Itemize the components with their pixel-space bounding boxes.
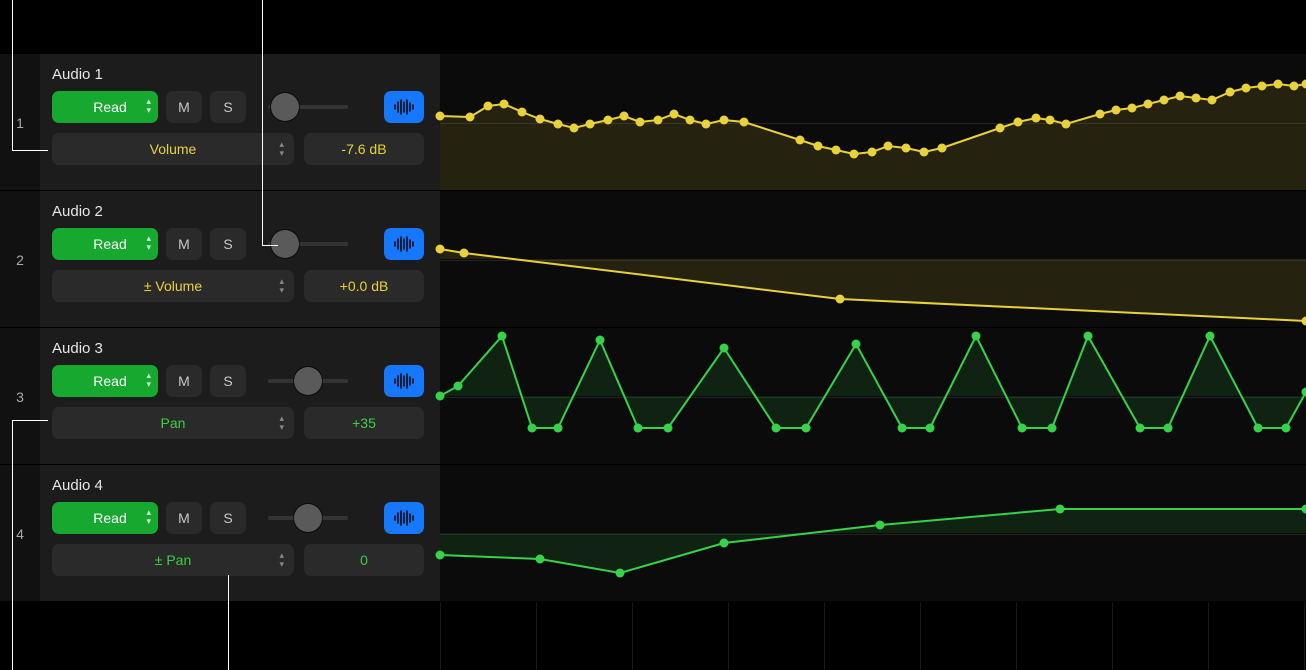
waveform-icon[interactable] [384,228,424,260]
mute-button[interactable]: M [166,91,202,123]
track-number: 3 [0,328,40,465]
automation-mode-button[interactable]: Read▴▾ [52,502,158,534]
automation-value-display[interactable]: +35 [304,407,424,439]
automation-value-display[interactable]: +0.0 dB [304,270,424,302]
automation-lane[interactable] [440,54,1306,191]
mute-button[interactable]: M [166,228,202,260]
track-name-label: Audio 3 [52,340,424,357]
automation-parameter-select[interactable]: ± Volume▴▾ [52,270,294,302]
solo-button[interactable]: S [210,91,246,123]
callout-line [12,0,13,150]
solo-button[interactable]: S [210,365,246,397]
mute-button[interactable]: M [166,502,202,534]
automation-value-slider[interactable] [268,95,348,119]
waveform-icon[interactable] [384,91,424,123]
automation-mode-button[interactable]: Read▴▾ [52,91,158,123]
waveform-icon[interactable] [384,365,424,397]
automation-value-slider[interactable] [268,506,348,530]
automation-parameter-select[interactable]: ± Pan▴▾ [52,544,294,576]
automation-mode-button[interactable]: Read▴▾ [52,228,158,260]
callout-line [12,420,48,421]
solo-button[interactable]: S [210,228,246,260]
track-row: 1 Audio 1 Read▴▾MS Volume▴▾ -7.6 dB [0,54,1306,191]
automation-lane[interactable] [440,465,1306,602]
callout-line [262,0,263,245]
track-header: Audio 4 Read▴▾MS ± Pan▴▾ 0 [40,465,440,602]
track-header: Audio 2 Read▴▾MS ± Volume▴▾ +0.0 dB [40,191,440,328]
track-name-label: Audio 2 [52,203,424,220]
automation-lane[interactable] [440,328,1306,465]
track-number: 1 [0,54,40,191]
track-row: 3 Audio 3 Read▴▾MS Pan▴▾ +35 [0,328,1306,465]
track-row: 2 Audio 2 Read▴▾MS ± Volume▴▾ +0.0 dB [0,191,1306,328]
automation-parameter-select[interactable]: Volume▴▾ [52,133,294,165]
track-number: 2 [0,191,40,328]
automation-value-display[interactable]: 0 [304,544,424,576]
track-row: 4 Audio 4 Read▴▾MS ± Pan▴▾ 0 [0,465,1306,602]
track-divider [0,601,1306,602]
waveform-icon[interactable] [384,502,424,534]
track-name-label: Audio 1 [52,66,424,83]
automation-mode-button[interactable]: Read▴▾ [52,365,158,397]
automation-value-display[interactable]: -7.6 dB [304,133,424,165]
callout-line [262,245,278,246]
mute-button[interactable]: M [166,365,202,397]
tracks-area: 1Audio 1Read▴▾MSVolume▴▾-7.6 dB2Audio 2R… [0,0,1306,670]
track-name-label: Audio 4 [52,477,424,494]
track-number: 4 [0,465,40,602]
track-header: Audio 1 Read▴▾MS Volume▴▾ -7.6 dB [40,54,440,191]
solo-button[interactable]: S [210,502,246,534]
automation-value-slider[interactable] [268,232,348,256]
track-header: Audio 3 Read▴▾MS Pan▴▾ +35 [40,328,440,465]
callout-line [12,420,13,670]
callout-line [228,575,229,670]
automation-value-slider[interactable] [268,369,348,393]
callout-line [12,150,48,151]
automation-lane[interactable] [440,191,1306,328]
automation-parameter-select[interactable]: Pan▴▾ [52,407,294,439]
